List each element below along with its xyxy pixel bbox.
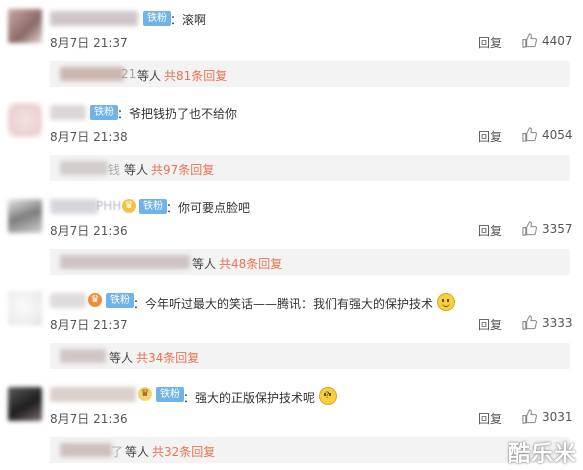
sub-replies-box[interactable]: 等人 共48条回复 bbox=[50, 249, 570, 275]
sub-replier-tail: 21 bbox=[121, 67, 137, 81]
avatar[interactable] bbox=[8, 291, 42, 325]
comment-item: 铁粉 ：滚啊 8月7日 21:37 回复 4407 21 等人 共81条回复 bbox=[0, 0, 583, 94]
thumbs-up-icon[interactable] bbox=[522, 221, 537, 236]
sub-replies-prefix: 等人 bbox=[125, 445, 150, 459]
reply-button[interactable]: 回复 bbox=[478, 34, 502, 51]
comment-text: ：你可要点脸吧 bbox=[166, 201, 251, 215]
comment-time: 8月7日 21:38 bbox=[50, 130, 128, 144]
avatar[interactable] bbox=[8, 103, 42, 137]
sub-replier-tail: 了 bbox=[111, 445, 124, 459]
sub-replies-box[interactable]: 等人 共34条回复 bbox=[50, 343, 570, 369]
comment-time: 8月7日 21:36 bbox=[50, 412, 128, 426]
username[interactable] bbox=[50, 199, 98, 214]
like-count: 3031 bbox=[542, 410, 573, 424]
sub-replier-name bbox=[60, 255, 190, 269]
view-replies-link[interactable]: 共32条回复 bbox=[152, 443, 215, 460]
avatar[interactable] bbox=[8, 387, 42, 421]
sub-replies-prefix: 等人 bbox=[137, 69, 162, 83]
thumbs-up-icon[interactable] bbox=[522, 33, 537, 48]
comment-item: ♛ 铁粉 ：强大的正版保护技术呢 8月7日 21:36 回复 3031 了 等人… bbox=[0, 376, 583, 470]
comment-item: ♛ 铁粉 ：今年听过最大的笑话——腾讯：我们有强大的保护技术 8月7日 21:3… bbox=[0, 282, 583, 376]
reply-button[interactable]: 回复 bbox=[478, 316, 502, 333]
comment-text: ：滚啊 bbox=[170, 13, 207, 27]
thinking-emoji-icon bbox=[318, 387, 337, 405]
sub-replier-tail: 钱 bbox=[108, 163, 121, 177]
sub-replier-name bbox=[60, 349, 106, 363]
fan-badge: 铁粉 bbox=[106, 293, 134, 308]
view-replies-link[interactable]: 共97条回复 bbox=[151, 161, 214, 178]
comment-time: 8月7日 21:37 bbox=[50, 36, 128, 50]
thumbs-up-icon[interactable] bbox=[522, 127, 537, 142]
avatar[interactable] bbox=[8, 9, 42, 43]
username[interactable] bbox=[50, 293, 86, 308]
thumbs-up-icon[interactable] bbox=[522, 409, 537, 424]
reply-button[interactable]: 回复 bbox=[478, 222, 502, 239]
fan-badge: 铁粉 bbox=[139, 199, 167, 214]
sub-replies-box[interactable]: 21 等人 共81条回复 bbox=[50, 61, 570, 87]
view-replies-link[interactable]: 共48条回复 bbox=[219, 255, 282, 272]
fan-badge: 铁粉 bbox=[90, 105, 118, 120]
sub-replies-prefix: 等人 bbox=[109, 351, 134, 365]
comment-item: PHH ♛ 铁粉 ：你可要点脸吧 8月7日 21:36 回复 3357 等人 共… bbox=[0, 188, 583, 282]
view-replies-link[interactable]: 共34条回复 bbox=[136, 349, 199, 366]
sub-replies-box[interactable]: 钱 等人 共97条回复 bbox=[50, 155, 570, 181]
sub-replies-prefix: 等人 bbox=[124, 163, 149, 177]
like-count: 4054 bbox=[542, 128, 573, 142]
sub-replies-box[interactable]: 了 等人 共32条回复 bbox=[50, 437, 570, 463]
username[interactable] bbox=[50, 387, 136, 402]
view-replies-link[interactable]: 共81条回复 bbox=[164, 67, 227, 84]
sub-replier-name bbox=[60, 67, 124, 81]
vip-icon: ♛ bbox=[122, 199, 136, 213]
like-count: 4407 bbox=[542, 34, 573, 48]
vip-icon: ♛ bbox=[138, 387, 152, 401]
sub-replier-name bbox=[60, 443, 112, 457]
comment-time: 8月7日 21:36 bbox=[50, 224, 128, 238]
comment-item: 铁粉 ：爷把钱扔了也不给你 8月7日 21:38 回复 4054 钱 等人 共9… bbox=[0, 94, 583, 188]
smile-emoji-icon bbox=[436, 293, 455, 311]
vip-icon: ♛ bbox=[88, 293, 102, 307]
sub-replier-name bbox=[60, 161, 108, 175]
comment-text: ：爷把钱扔了也不给你 bbox=[117, 107, 238, 121]
comment-text: ：今年听过最大的笑话——腾讯：我们有强大的保护技术 bbox=[133, 293, 455, 312]
reply-button[interactable]: 回复 bbox=[478, 410, 502, 427]
username[interactable] bbox=[50, 105, 86, 120]
comment-text: ：强大的正版保护技术呢 bbox=[183, 387, 337, 406]
sub-replies-prefix: 等人 bbox=[192, 257, 217, 271]
reply-button[interactable]: 回复 bbox=[478, 128, 502, 145]
like-count: 3357 bbox=[542, 222, 573, 236]
like-count: 3333 bbox=[542, 316, 573, 330]
fan-badge: 铁粉 bbox=[143, 11, 171, 26]
comment-time: 8月7日 21:37 bbox=[50, 318, 128, 332]
watermark: 酷乐米 bbox=[507, 442, 577, 467]
fan-badge: 铁粉 bbox=[156, 387, 184, 402]
username[interactable] bbox=[50, 11, 138, 26]
avatar[interactable] bbox=[8, 199, 42, 233]
thumbs-up-icon[interactable] bbox=[522, 315, 537, 330]
username-tail[interactable]: PHH bbox=[96, 199, 121, 213]
